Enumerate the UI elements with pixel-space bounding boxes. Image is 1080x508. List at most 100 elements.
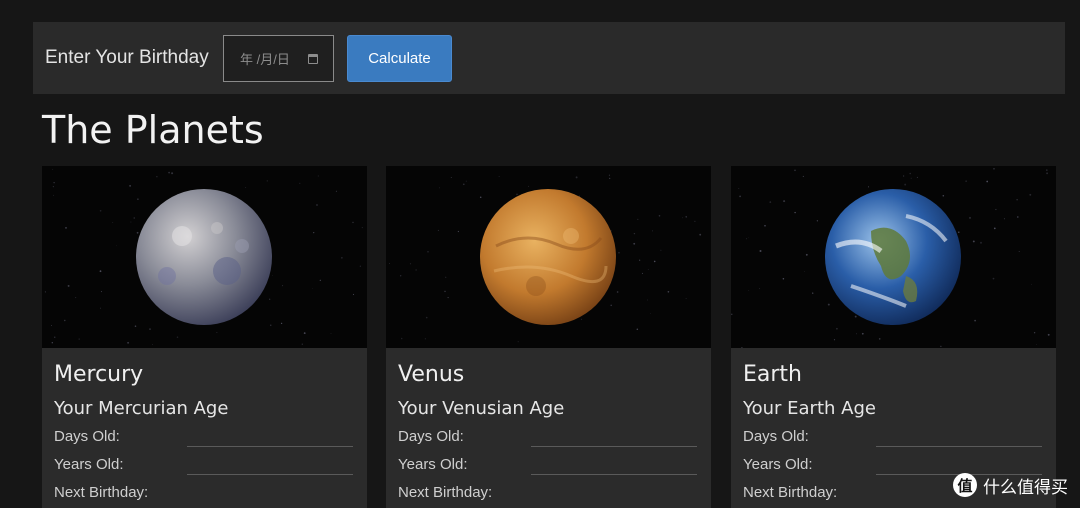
star — [54, 336, 56, 338]
star — [282, 285, 284, 287]
star — [75, 297, 77, 299]
years-old-label: Years Old: — [398, 456, 468, 473]
star — [633, 242, 636, 245]
star — [639, 259, 641, 261]
star — [330, 333, 332, 334]
star — [667, 290, 670, 293]
star — [878, 338, 881, 340]
watermark: 值 什么值得买 — [953, 472, 1068, 498]
star — [660, 249, 662, 251]
star — [610, 304, 612, 307]
star — [341, 257, 343, 259]
star — [352, 221, 354, 224]
star — [738, 188, 740, 190]
star — [1031, 283, 1032, 285]
star — [447, 297, 449, 299]
star — [100, 291, 102, 293]
star — [637, 218, 639, 221]
mercury-image — [42, 166, 367, 348]
days-old-label: Days Old: — [743, 428, 809, 445]
star — [65, 227, 67, 229]
star — [1018, 250, 1020, 253]
star — [427, 250, 429, 253]
star — [359, 265, 361, 267]
star — [425, 316, 428, 319]
star — [805, 253, 808, 256]
star — [682, 217, 684, 219]
star — [133, 217, 135, 219]
star — [965, 180, 967, 182]
star — [575, 176, 578, 179]
days-old-value — [876, 446, 1042, 447]
star — [51, 325, 53, 326]
star — [992, 277, 995, 280]
date-placeholder: 年 /月/日 — [240, 52, 290, 67]
star — [739, 195, 741, 198]
star — [652, 230, 654, 232]
star — [303, 332, 306, 335]
star — [816, 220, 819, 222]
star — [580, 318, 583, 320]
page-title: The Planets — [42, 108, 264, 152]
star — [78, 338, 80, 340]
planet-name: Mercury — [54, 362, 144, 387]
star — [149, 328, 151, 330]
star — [699, 233, 702, 236]
calendar-icon[interactable] — [308, 54, 318, 64]
days-old-value — [531, 446, 697, 447]
star — [67, 284, 70, 287]
star — [916, 176, 918, 178]
star — [99, 270, 102, 273]
birthday-date-input[interactable]: 年 /月/日 — [223, 35, 334, 82]
star — [769, 201, 772, 203]
star — [794, 169, 796, 172]
star — [312, 288, 313, 289]
star — [867, 186, 870, 188]
star — [861, 332, 864, 335]
age-title: Your Venusian Age — [398, 398, 565, 419]
star — [910, 177, 912, 179]
star — [99, 209, 102, 212]
star — [457, 230, 460, 233]
planet-card-mercury: Mercury Your Mercurian Age Days Old: Yea… — [42, 166, 367, 508]
star — [827, 303, 830, 306]
star — [301, 343, 303, 345]
star — [136, 231, 139, 234]
star — [969, 216, 971, 219]
years-old-row: Years Old: — [54, 454, 355, 482]
star — [633, 232, 636, 235]
star — [616, 291, 619, 293]
star — [316, 204, 318, 206]
star — [1003, 218, 1005, 220]
next-birthday-label: Next Birthday: — [54, 484, 149, 501]
star — [1046, 172, 1049, 175]
star — [902, 175, 905, 177]
star — [44, 291, 46, 293]
calculate-button[interactable]: Calculate — [347, 35, 452, 82]
star — [636, 328, 639, 330]
star — [168, 171, 170, 174]
star — [216, 332, 218, 333]
star — [52, 186, 54, 188]
star — [741, 347, 743, 348]
star — [694, 220, 696, 223]
star — [833, 339, 836, 341]
years-old-label: Years Old: — [743, 456, 813, 473]
star — [836, 327, 838, 330]
next-birthday-row: Next Birthday: — [398, 482, 699, 508]
star — [516, 193, 518, 195]
star — [53, 194, 55, 196]
star — [52, 168, 54, 170]
star — [942, 194, 945, 197]
star — [759, 250, 762, 252]
star — [1045, 169, 1048, 171]
star — [1036, 344, 1037, 345]
star — [352, 293, 355, 296]
days-old-label: Days Old: — [398, 428, 464, 445]
star — [319, 279, 321, 281]
star — [465, 180, 467, 182]
years-old-row: Years Old: — [398, 454, 699, 482]
star — [317, 175, 319, 177]
star — [940, 345, 942, 347]
star — [608, 174, 610, 176]
